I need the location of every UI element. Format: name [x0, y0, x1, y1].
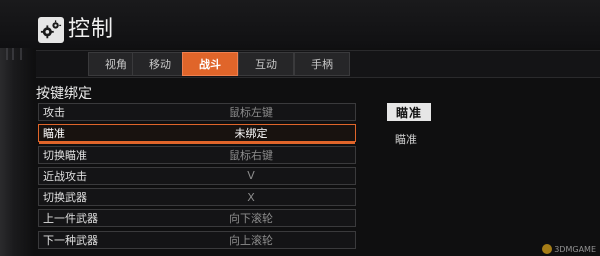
- action-label: 上一件武器: [43, 212, 98, 226]
- keybinding-row[interactable]: 切换瞄准 鼠标右键: [38, 145, 356, 164]
- key-value: 向下滚轮: [229, 212, 273, 226]
- action-label: 切换武器: [43, 191, 87, 205]
- tab-bar: 视角 移动 战斗 互动 手柄: [36, 50, 600, 78]
- tab-movement[interactable]: 移动: [132, 52, 188, 76]
- watermark-text: 3DMGAME: [554, 244, 596, 254]
- section-title-keybindings: 按键绑定: [36, 86, 92, 102]
- key-value: 鼠标左键: [229, 106, 273, 119]
- keybinding-row[interactable]: 切换武器 X: [38, 188, 356, 207]
- key-value: 向上滚轮: [229, 233, 273, 247]
- watermark-logo-icon: [542, 244, 553, 254]
- keybinding-row[interactable]: 下一种武器 向上滚轮: [38, 230, 356, 249]
- action-label: 下一种武器: [43, 233, 98, 247]
- key-value: X: [247, 190, 255, 204]
- key-value: V: [247, 169, 255, 183]
- action-label: 攻击: [43, 106, 65, 119]
- tab-combat[interactable]: 战斗: [182, 52, 238, 76]
- keybinding-row[interactable]: 近战攻击 V: [38, 166, 356, 185]
- keybinding-row-selected[interactable]: 瞄准 未绑定: [38, 124, 356, 145]
- watermark: 3DMGAME: [542, 244, 596, 254]
- keybinding-row[interactable]: 上一件武器 向下滚轮: [38, 209, 356, 228]
- tab-interaction[interactable]: 互动: [238, 52, 294, 76]
- page-title: 控制: [68, 17, 115, 42]
- page-title-group: 控制: [38, 17, 114, 43]
- keybinding-list: 攻击 鼠标左键 瞄准 未绑定 切换瞄准 鼠标右键 近战攻击 V 切换武器 X 上…: [38, 103, 356, 252]
- key-value: 鼠标右键: [229, 148, 273, 162]
- gear-icon: [38, 17, 64, 43]
- tab-gamepad[interactable]: 手柄: [294, 52, 350, 76]
- action-label: 切换瞄准: [43, 148, 87, 162]
- action-label: 近战攻击: [43, 169, 87, 183]
- key-value: 未绑定: [234, 127, 268, 141]
- detail-title: 瞄准: [387, 103, 431, 121]
- header: 控制: [0, 0, 600, 48]
- keybinding-row[interactable]: 攻击 鼠标左键: [38, 103, 356, 121]
- action-label: 瞄准: [43, 127, 65, 141]
- detail-description: 瞄准: [395, 133, 417, 146]
